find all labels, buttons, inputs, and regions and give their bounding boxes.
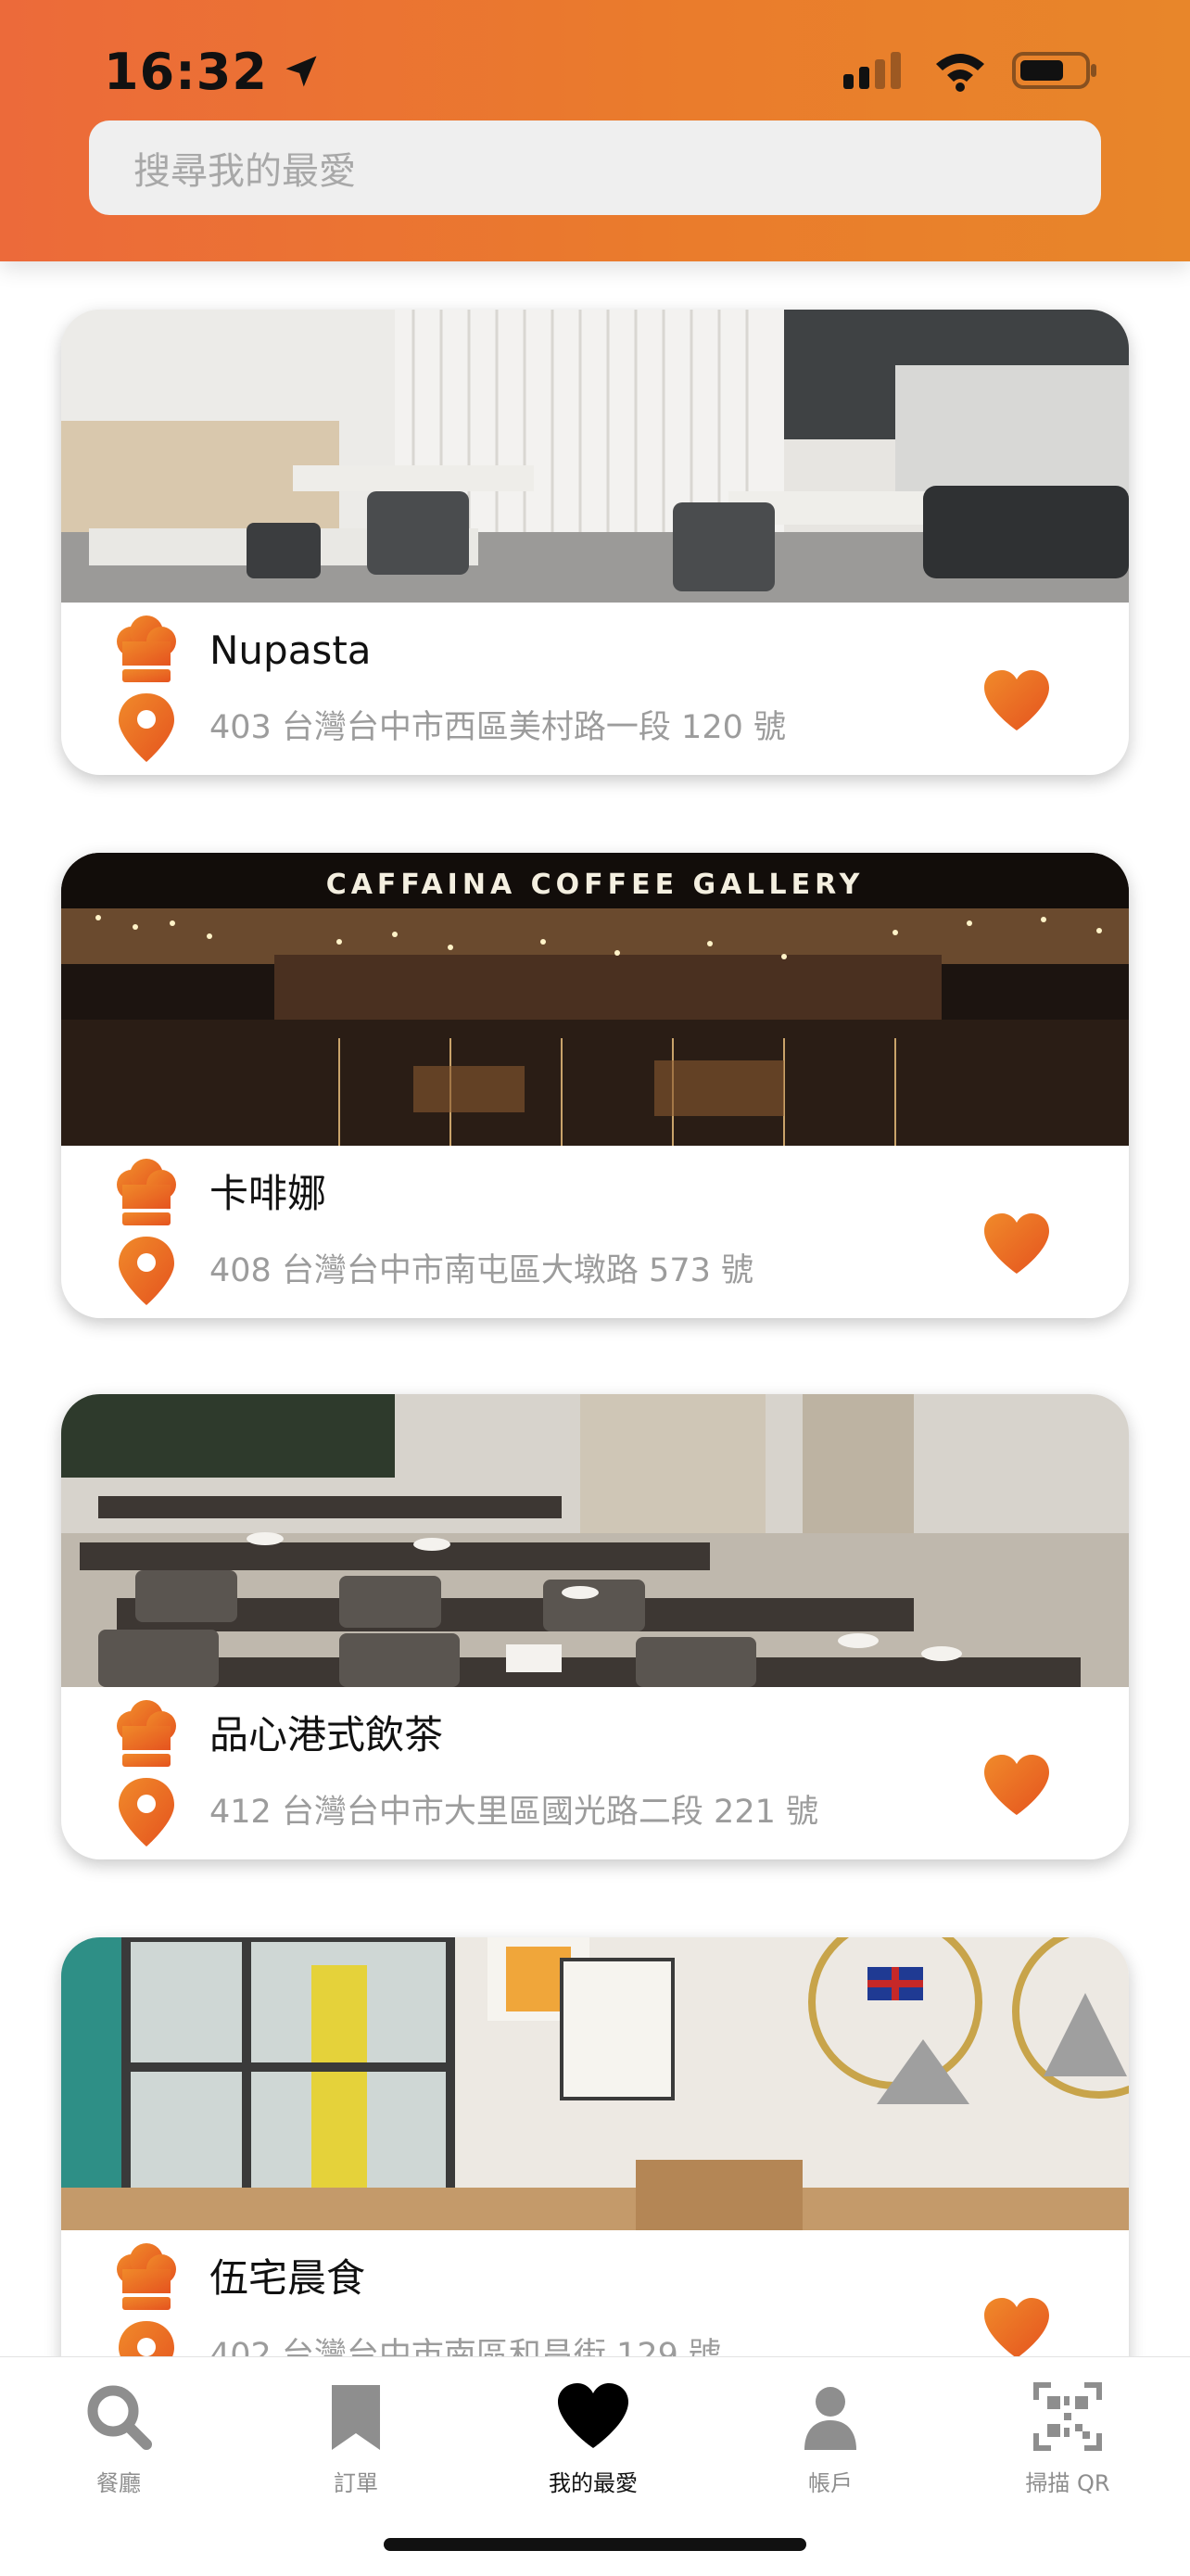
search-input[interactable]: 搜尋我的最愛 xyxy=(89,121,1101,215)
location-pin-icon xyxy=(113,1233,180,1307)
restaurant-photo: CAFFAINA COFFEE GALLERY xyxy=(61,853,1129,1146)
location-pin-icon xyxy=(113,1774,180,1848)
restaurant-photo xyxy=(61,1394,1129,1687)
tab-account[interactable]: 帳戶 xyxy=(712,2357,949,2515)
favorites-list[interactable]: Nupasta 403 台灣台中市西區美村路一段 120 號 CAFFAINA … xyxy=(0,261,1190,2356)
tab-label: 餐廳 xyxy=(96,2470,141,2496)
search-placeholder: 搜尋我的最愛 xyxy=(133,150,356,193)
header: 16:32 搜尋我的最愛 xyxy=(0,0,1190,261)
restaurant-photo xyxy=(61,310,1129,603)
location-pin-icon xyxy=(113,690,180,764)
tab-label: 我的最愛 xyxy=(549,2470,638,2496)
tab-scan-qr[interactable]: 掃描 QR xyxy=(949,2357,1186,2515)
search-icon xyxy=(82,2379,156,2454)
status-indicators xyxy=(843,44,1099,96)
restaurant-name: 伍宅晨食 xyxy=(209,2255,366,2301)
tab-restaurants[interactable]: 餐廳 xyxy=(0,2357,237,2515)
tab-favorites[interactable]: 我的最愛 xyxy=(475,2357,712,2515)
favorite-card[interactable]: 伍宅晨食 402 台灣台中市南區和昌街 129 號 xyxy=(61,1937,1129,2356)
chef-hat-icon xyxy=(113,2241,180,2316)
favorite-card[interactable]: CAFFAINA COFFEE GALLERY 卡啡娜 408 台灣台中市南屯區… xyxy=(61,853,1129,1318)
location-arrow-icon xyxy=(285,56,317,87)
tab-label: 帳戶 xyxy=(808,2470,853,2496)
restaurant-name-row: 伍宅晨食 xyxy=(61,2241,1129,2316)
restaurant-name: 品心港式飲茶 xyxy=(209,1712,444,1758)
tab-orders[interactable]: 訂單 xyxy=(237,2357,475,2515)
restaurant-photo xyxy=(61,1937,1129,2230)
restaurant-address-row: 412 台灣台中市大里區國光路二段 221 號 xyxy=(61,1774,1129,1848)
home-indicator xyxy=(384,2538,806,2551)
chef-hat-icon xyxy=(113,614,180,688)
restaurant-address: 402 台灣台中市南區和昌街 129 號 xyxy=(209,2337,721,2356)
cellular-signal-icon xyxy=(843,52,901,89)
battery-icon xyxy=(1012,52,1096,89)
heart-icon xyxy=(556,2379,630,2454)
restaurant-name: Nupasta xyxy=(209,628,372,673)
bookmark-icon xyxy=(319,2379,393,2454)
status-time-text: 16:32 xyxy=(104,42,268,101)
chef-hat-icon xyxy=(113,1157,180,1231)
restaurant-name-row: Nupasta xyxy=(61,614,1129,688)
restaurant-name-row: 卡啡娜 xyxy=(61,1157,1129,1231)
favorite-heart-icon[interactable] xyxy=(981,1752,1053,1817)
tab-label: 訂單 xyxy=(334,2470,378,2496)
location-pin-icon xyxy=(113,2317,180,2356)
qr-code-icon xyxy=(1031,2379,1105,2454)
chef-hat-icon xyxy=(113,1698,180,1772)
favorite-card[interactable]: Nupasta 403 台灣台中市西區美村路一段 120 號 xyxy=(61,310,1129,775)
favorite-card[interactable]: 品心港式飲茶 412 台灣台中市大里區國光路二段 221 號 xyxy=(61,1394,1129,1859)
favorite-heart-icon[interactable] xyxy=(981,1211,1053,1275)
restaurant-address-row: 403 台灣台中市西區美村路一段 120 號 xyxy=(61,690,1129,764)
status-time: 16:32 xyxy=(104,39,322,104)
wifi-icon xyxy=(936,54,984,92)
restaurant-address: 403 台灣台中市西區美村路一段 120 號 xyxy=(209,709,786,746)
restaurant-address: 412 台灣台中市大里區國光路二段 221 號 xyxy=(209,1794,818,1831)
restaurant-address-row: 402 台灣台中市南區和昌街 129 號 xyxy=(61,2317,1129,2356)
photo-sign-text: CAFFAINA COFFEE GALLERY xyxy=(326,869,865,901)
restaurant-address-row: 408 台灣台中市南屯區大墩路 573 號 xyxy=(61,1233,1129,1307)
restaurant-name-row: 品心港式飲茶 xyxy=(61,1698,1129,1772)
restaurant-name: 卡啡娜 xyxy=(209,1171,327,1216)
favorite-heart-icon[interactable] xyxy=(981,667,1053,732)
person-icon xyxy=(793,2379,867,2454)
favorite-heart-icon[interactable] xyxy=(981,2295,1053,2356)
restaurant-address: 408 台灣台中市南屯區大墩路 573 號 xyxy=(209,1252,753,1289)
tab-label: 掃描 QR xyxy=(1025,2470,1110,2496)
